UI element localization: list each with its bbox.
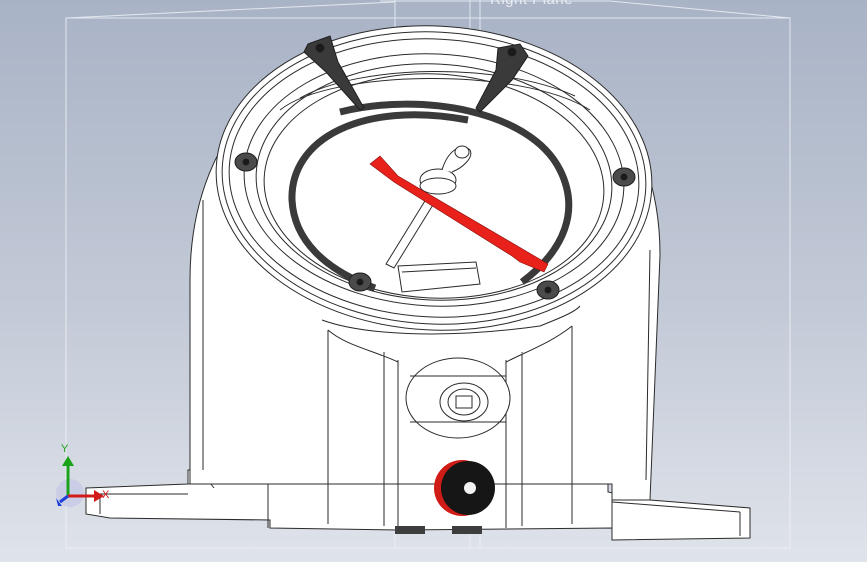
triad-x-label: X [102,489,110,501]
screw-icon [234,152,258,172]
coordinate-triad-icon [56,456,104,507]
screw-icon [348,272,372,292]
cad-viewport[interactable]: Right Plane Y X [0,0,867,562]
reference-plane-label: Right Plane [490,0,573,8]
triad-y-label: Y [61,443,69,455]
screw-icon [612,167,636,187]
gauge-model[interactable] [0,0,867,562]
screw-icon [536,280,560,300]
adjustment-port [405,357,511,439]
